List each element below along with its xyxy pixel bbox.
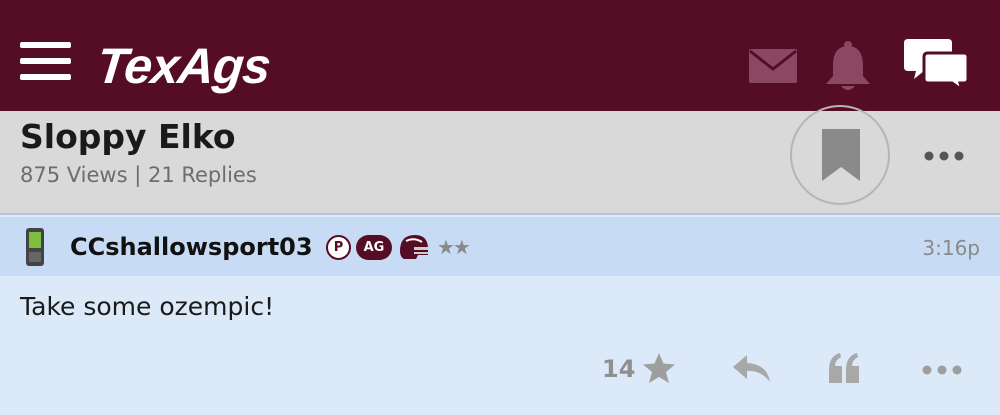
post-body: Take some ozempic! 14 [0, 276, 1000, 415]
helmet-icon [400, 235, 428, 259]
thread-header: Sloppy Elko 875 Views | 21 Replies [0, 105, 1000, 215]
menu-icon[interactable] [20, 42, 71, 80]
username[interactable]: CCshallowsport03 [70, 231, 313, 263]
bell-icon[interactable] [823, 40, 873, 92]
bookmark-button[interactable] [790, 105, 890, 205]
quote-icon[interactable] [827, 352, 861, 384]
like-count: 14 [602, 355, 636, 383]
premium-badge: P [326, 235, 351, 260]
post-header: CCshallowsport03 P AG ★★ 3:16p [0, 217, 1000, 276]
ag-badge: AG [356, 235, 392, 260]
phone-icon [26, 228, 44, 266]
rating-stars: ★★ [437, 235, 471, 259]
post-timestamp: 3:16p [922, 236, 980, 260]
star-icon[interactable] [642, 352, 676, 384]
post-more-options-icon[interactable] [922, 363, 962, 377]
bookmark-icon [822, 129, 860, 181]
chat-icon[interactable] [904, 37, 970, 91]
post-text: Take some ozempic! [20, 292, 275, 321]
site-logo[interactable]: TexAgs [94, 36, 273, 96]
thread-title[interactable]: Sloppy Elko [20, 115, 236, 159]
more-options-icon[interactable] [924, 149, 964, 163]
thread-stats: 875 Views | 21 Replies [20, 163, 257, 187]
mail-icon[interactable] [749, 49, 797, 83]
reply-icon[interactable] [733, 355, 771, 383]
top-header: TexAgs [0, 0, 1000, 111]
